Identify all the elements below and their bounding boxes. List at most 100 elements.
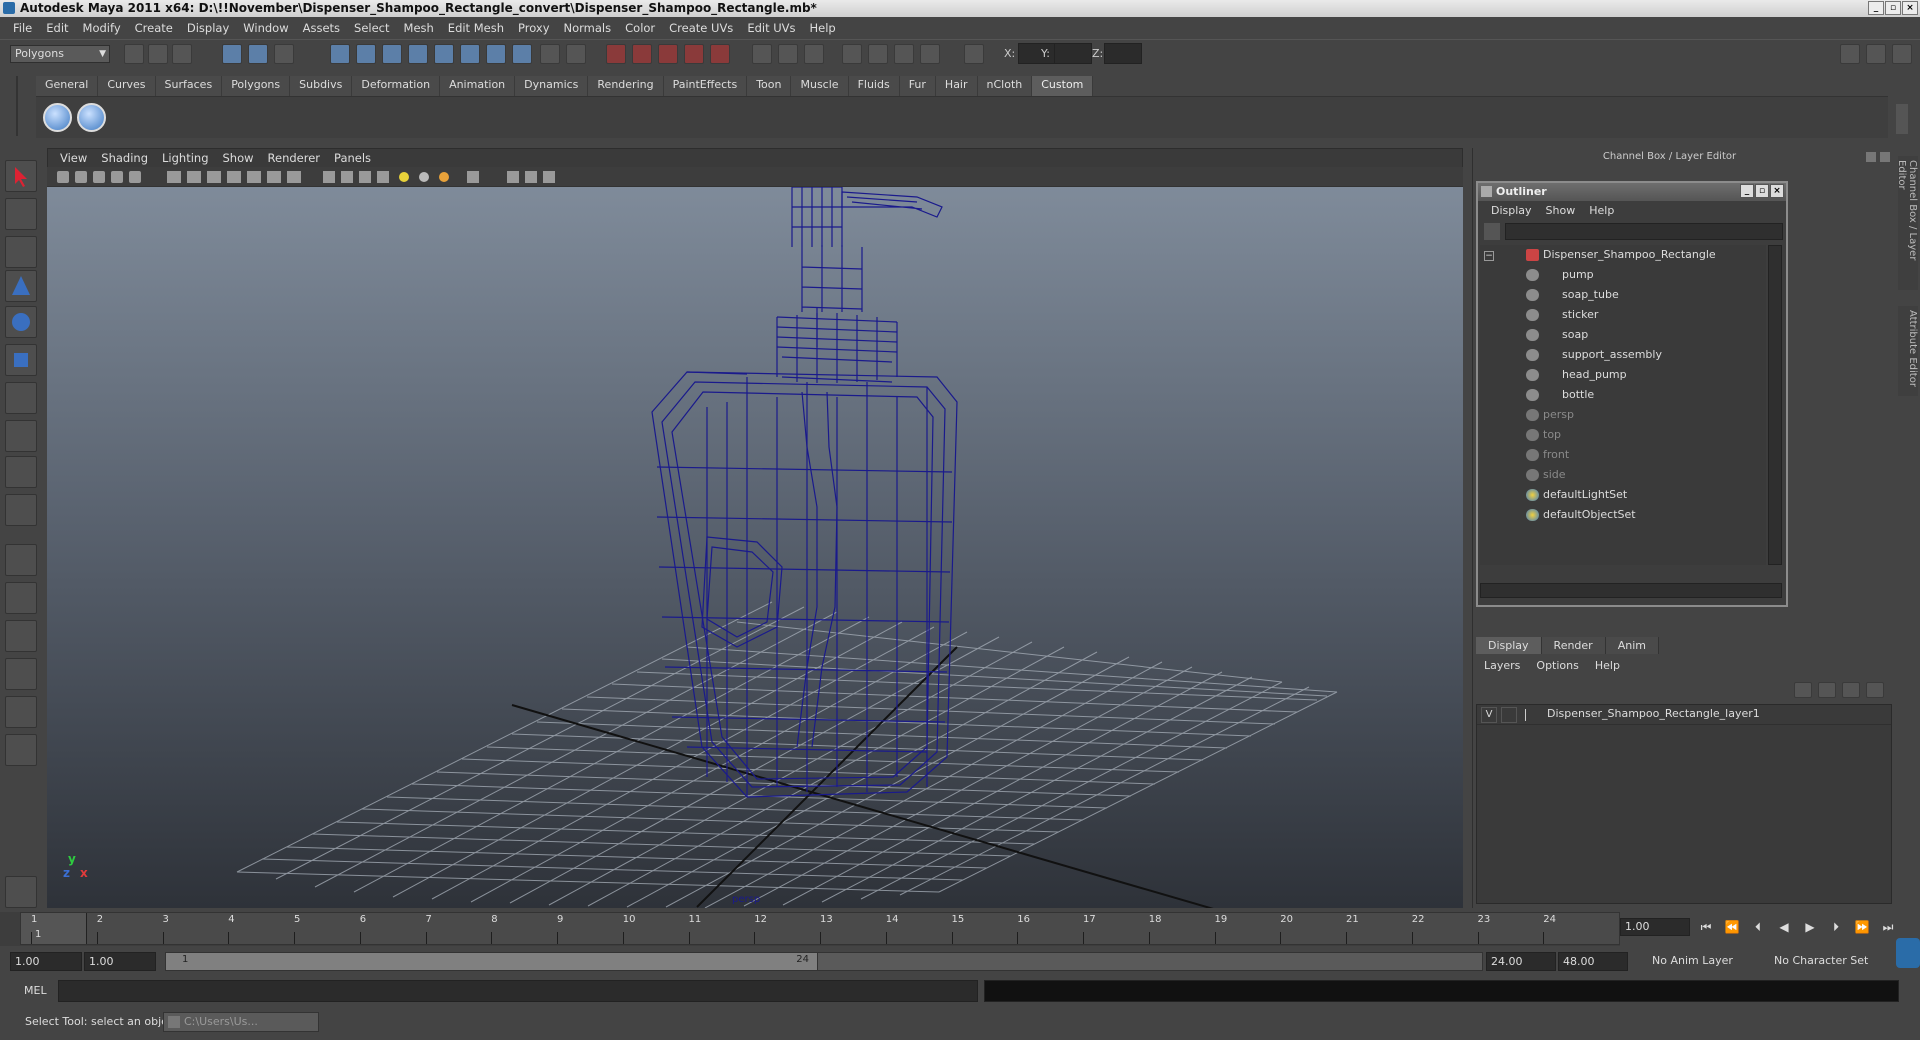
construction-history-icon[interactable]	[804, 44, 824, 64]
outliner-item[interactable]: bottle	[1480, 385, 1766, 405]
rotate-tool-icon[interactable]	[5, 306, 37, 338]
coord-x-field[interactable]	[1018, 43, 1056, 64]
new-layer-from-selected-icon[interactable]	[1866, 682, 1884, 698]
viewport-menu-renderer[interactable]: Renderer	[261, 151, 328, 165]
select-tool-icon[interactable]	[5, 160, 37, 192]
paint-select-tool-icon[interactable]	[5, 236, 37, 268]
lasso-tool-icon[interactable]	[5, 198, 37, 230]
select-hierarchy-icon[interactable]	[222, 44, 242, 64]
step-back-frame-icon[interactable]: ⏴	[1748, 918, 1768, 936]
mask-dynamics-icon[interactable]	[460, 44, 480, 64]
pick-mask-icon[interactable]	[330, 44, 350, 64]
outliner-item-set[interactable]: defaultObjectSet	[1480, 505, 1766, 525]
outliner-menu-show[interactable]: Show	[1539, 204, 1583, 217]
outliner-item[interactable]: soap_tube	[1480, 285, 1766, 305]
shelf-tab-muscle[interactable]: Muscle	[791, 76, 849, 96]
outliner-filter-field[interactable]	[1505, 223, 1783, 240]
command-input[interactable]	[58, 980, 978, 1002]
layer-menu-options[interactable]: Options	[1528, 657, 1586, 674]
layer-row[interactable]: V Dispenser_Shampoo_Rectangle_layer1	[1477, 705, 1891, 725]
shelf-tab-ncloth[interactable]: nCloth	[977, 76, 1033, 96]
viewport-toolbar-icons[interactable]	[47, 167, 607, 187]
playback-end-field[interactable]: 24.00	[1486, 952, 1556, 971]
viewport-menu-lighting[interactable]: Lighting	[155, 151, 215, 165]
outliner-item[interactable]: pump	[1480, 265, 1766, 285]
viewport-menu-shading[interactable]: Shading	[94, 151, 155, 165]
shelf-tab-hair[interactable]: Hair	[935, 76, 978, 96]
animation-end-field[interactable]: 48.00	[1558, 952, 1628, 971]
soft-modification-icon[interactable]	[5, 420, 37, 452]
show-hide-attribute-editor-icon[interactable]	[1840, 44, 1860, 64]
outliner-vertical-scrollbar[interactable]	[1768, 245, 1782, 565]
checkmark-shelf-icon[interactable]	[43, 103, 72, 132]
shelf-tab-general[interactable]: General	[36, 76, 99, 96]
mask-curves-icon[interactable]	[382, 44, 402, 64]
new-layer-icon[interactable]	[1842, 682, 1860, 698]
shelf-tab-toon[interactable]: Toon	[747, 76, 792, 96]
outliner-item-camera[interactable]: top	[1480, 425, 1766, 445]
menu-edit-mesh[interactable]: Edit Mesh	[441, 21, 511, 35]
open-scene-icon[interactable]	[148, 44, 168, 64]
new-scene-icon[interactable]	[124, 44, 144, 64]
render-view-icon[interactable]	[842, 44, 862, 64]
shelf-tab-polygons[interactable]: Polygons	[222, 76, 291, 96]
outliner-item[interactable]: head_pump	[1480, 365, 1766, 385]
shelf-tab-rendering[interactable]: Rendering	[588, 76, 664, 96]
snap-view-plane-icon[interactable]	[684, 44, 704, 64]
play-forwards-icon[interactable]: ▶	[1800, 918, 1820, 936]
mask-misc-icon[interactable]	[512, 44, 532, 64]
character-set-dropdown[interactable]: No Character Set	[1770, 952, 1880, 971]
scale-tool-icon[interactable]	[5, 344, 37, 376]
layer-menu-help[interactable]: Help	[1587, 657, 1628, 674]
close-icon[interactable]: ×	[1770, 184, 1784, 198]
menu-proxy[interactable]: Proxy	[511, 21, 557, 35]
shelf-tab-fur[interactable]: Fur	[899, 76, 936, 96]
perspective-view[interactable]: persp	[47, 187, 1463, 908]
outliner-menu-help[interactable]: Help	[1582, 204, 1621, 217]
four-view-layout-icon[interactable]	[5, 582, 37, 614]
outliner-item-group[interactable]: Dispenser_Shampoo_Rectangle	[1480, 245, 1766, 265]
menu-assets[interactable]: Assets	[296, 21, 347, 35]
input-ops-icon[interactable]	[752, 44, 772, 64]
menu-create[interactable]: Create	[128, 21, 180, 35]
menu-color[interactable]: Color	[618, 21, 662, 35]
viewport-menu-show[interactable]: Show	[216, 151, 261, 165]
shelf-tab-animation[interactable]: Animation	[440, 76, 516, 96]
outliner-item-set[interactable]: defaultLightSet	[1480, 485, 1766, 505]
select-component-icon[interactable]	[274, 44, 294, 64]
float-panel-icon[interactable]	[1866, 152, 1876, 162]
transform-field-icon[interactable]	[964, 44, 984, 64]
lock-selection-icon[interactable]	[540, 44, 560, 64]
time-ruler[interactable]: 1 1 2 3 4 5 6 7 8 9 10 11 12 13 14 15 16 17 18 19 20 21 22 23 2…	[20, 912, 1620, 945]
render-frame-icon[interactable]	[868, 44, 888, 64]
move-layer-down-icon[interactable]	[1818, 682, 1836, 698]
show-manipulator-icon[interactable]	[5, 456, 37, 488]
outliner-item[interactable]: support_assembly	[1480, 345, 1766, 365]
shelf-tab-fluids[interactable]: Fluids	[848, 76, 900, 96]
playback-start-field[interactable]: 1.00	[84, 952, 156, 971]
show-hide-channel-box-icon[interactable]	[1892, 44, 1912, 64]
mask-deformers-icon[interactable]	[434, 44, 454, 64]
snap-point-icon[interactable]	[658, 44, 678, 64]
script-editor-icon[interactable]	[5, 876, 37, 908]
layer-color-swatch[interactable]	[1525, 709, 1539, 721]
outliner-item[interactable]: sticker	[1480, 305, 1766, 325]
render-settings-icon[interactable]	[920, 44, 940, 64]
menu-edit-uvs[interactable]: Edit UVs	[740, 21, 802, 35]
single-perspective-layout-icon[interactable]	[5, 544, 37, 576]
menu-select[interactable]: Select	[347, 21, 396, 35]
attribute-editor-side-tab[interactable]: Attribute Editor	[1898, 306, 1918, 396]
minimize-icon[interactable]: _	[1868, 1, 1884, 15]
shelf-menu-handle[interactable]	[16, 76, 28, 136]
layer-menu-layers[interactable]: Layers	[1476, 657, 1528, 674]
outliner-title-bar[interactable]: Outliner _ ▫ ×	[1478, 183, 1786, 201]
auto-key-icon[interactable]	[1896, 938, 1920, 968]
layer-type-toggle[interactable]	[1501, 707, 1517, 723]
range-slider-thumb[interactable]: 1 24	[166, 953, 818, 970]
last-tool-icon[interactable]	[5, 494, 37, 526]
filter-icon[interactable]	[1484, 223, 1500, 240]
minimized-window-button[interactable]: C:\Users\Us...	[163, 1012, 319, 1032]
current-frame-field[interactable]: 1.00	[1620, 918, 1690, 936]
save-scene-icon[interactable]	[172, 44, 192, 64]
shelf-tab-painteffects[interactable]: PaintEffects	[663, 76, 748, 96]
